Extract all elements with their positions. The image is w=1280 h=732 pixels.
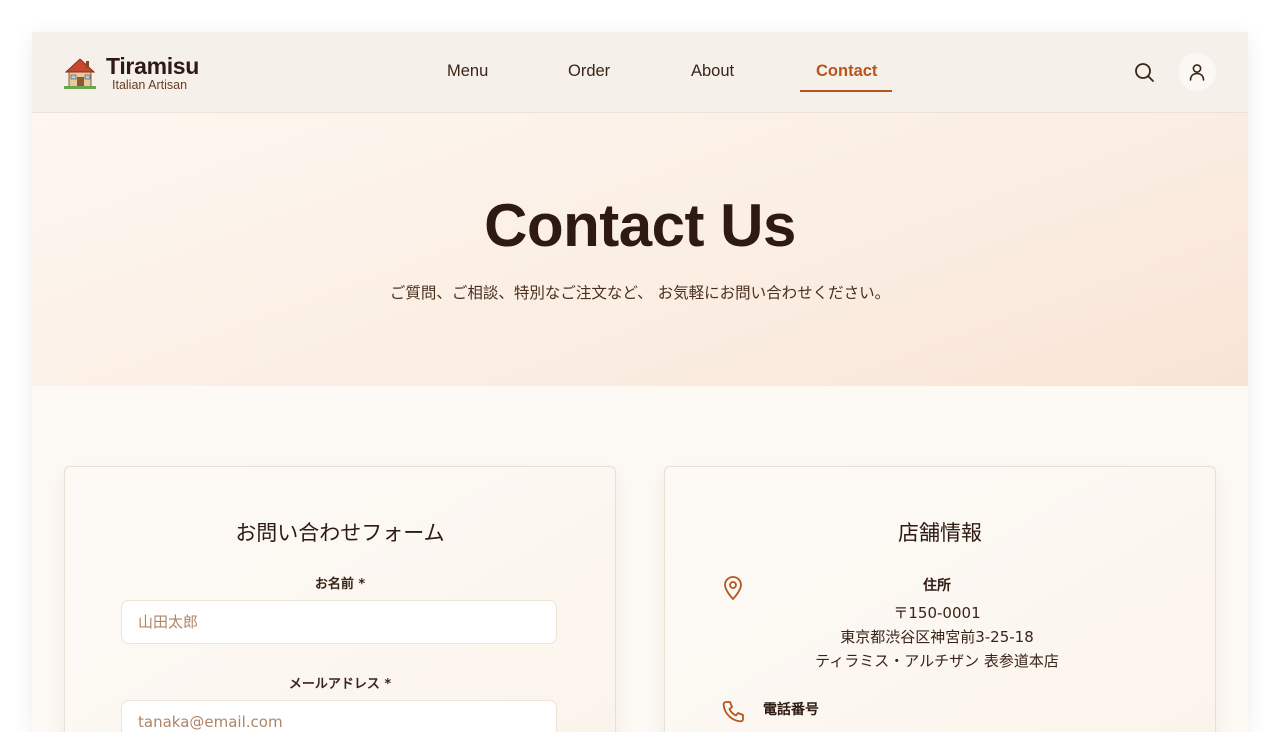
account-button[interactable] [1178,53,1216,91]
nav-menu[interactable]: Menu [447,62,488,81]
email-input[interactable] [121,700,557,732]
phone-block: 電話番号 [721,699,1161,732]
store-info-title: 店舗情報 [898,521,982,545]
name-input[interactable] [121,600,557,644]
map-pin-icon [724,576,742,600]
hero-section: Contact Us ご質問、ご相談、特別なご注文など、 お気軽にお問い合わせく… [32,113,1248,386]
user-icon [1189,64,1205,81]
nav-contact[interactable]: Contact [816,62,877,81]
site-header: Tiramisu Italian Artisan Menu Order Abou… [32,32,1248,113]
page-subtitle: ご質問、ご相談、特別なご注文など、 お気軽にお問い合わせください。 [389,284,891,302]
address-block: 住所 〒150-0001 東京都渋谷区神宮前3-25-18 ティラミス・アルチザ… [721,575,1161,675]
store-info-card: 店舗情報 住所 〒150-0001 東京都渋谷区神宮前3-25-18 ティラミス… [664,466,1216,732]
contact-form-card: お問い合わせフォーム お名前 * メールアドレス * [64,466,616,732]
phone-label: 電話番号 [763,702,819,718]
page-title: Contact Us [484,192,796,259]
page: Tiramisu Italian Artisan Menu Order Abou… [32,32,1248,732]
email-label: メールアドレス * [288,677,392,692]
address-street: 東京都渋谷区神宮前3-25-18 [840,628,1034,646]
nav-active-indicator [800,90,892,92]
search-icon[interactable] [1132,60,1156,84]
address-label: 住所 [923,578,951,594]
nav-order[interactable]: Order [568,62,610,81]
address-postal: 〒150-0001 [893,604,981,622]
name-label: お名前 * [314,577,366,592]
phone-icon [722,701,744,723]
address-store-name: ティラミス・アルチザン 表参道本店 [815,652,1059,670]
form-title: お問い合わせフォーム [235,521,445,545]
main-nav: Menu Order About Contact [32,32,1248,112]
nav-about[interactable]: About [691,62,734,81]
